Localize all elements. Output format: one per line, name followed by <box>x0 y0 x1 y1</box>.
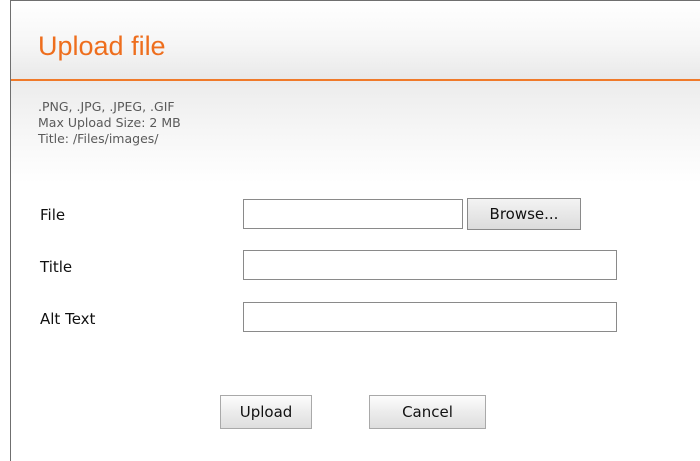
browse-button[interactable]: Browse... <box>467 198 581 230</box>
dialog-title: Upload file <box>38 31 166 61</box>
upload-path-text: Title: /Files/images/ <box>38 131 159 146</box>
upload-dialog: Upload file .PNG, .JPG, .JPEG, .GIF Max … <box>10 0 700 461</box>
alt-text-input[interactable] <box>243 302 617 332</box>
upload-button[interactable]: Upload <box>220 395 312 429</box>
title-label: Title <box>40 258 73 276</box>
allowed-formats-text: .PNG, .JPG, .JPEG, .GIF <box>38 99 175 114</box>
file-path-input[interactable] <box>243 199 463 229</box>
file-label: File <box>40 206 66 224</box>
title-input[interactable] <box>243 250 617 280</box>
alt-text-label: Alt Text <box>40 310 96 328</box>
cancel-button[interactable]: Cancel <box>369 395 486 429</box>
dialog-header: Upload file <box>11 1 700 81</box>
upload-info-panel: .PNG, .JPG, .JPEG, .GIF Max Upload Size:… <box>11 81 700 183</box>
max-upload-size-text: Max Upload Size: 2 MB <box>38 115 181 130</box>
